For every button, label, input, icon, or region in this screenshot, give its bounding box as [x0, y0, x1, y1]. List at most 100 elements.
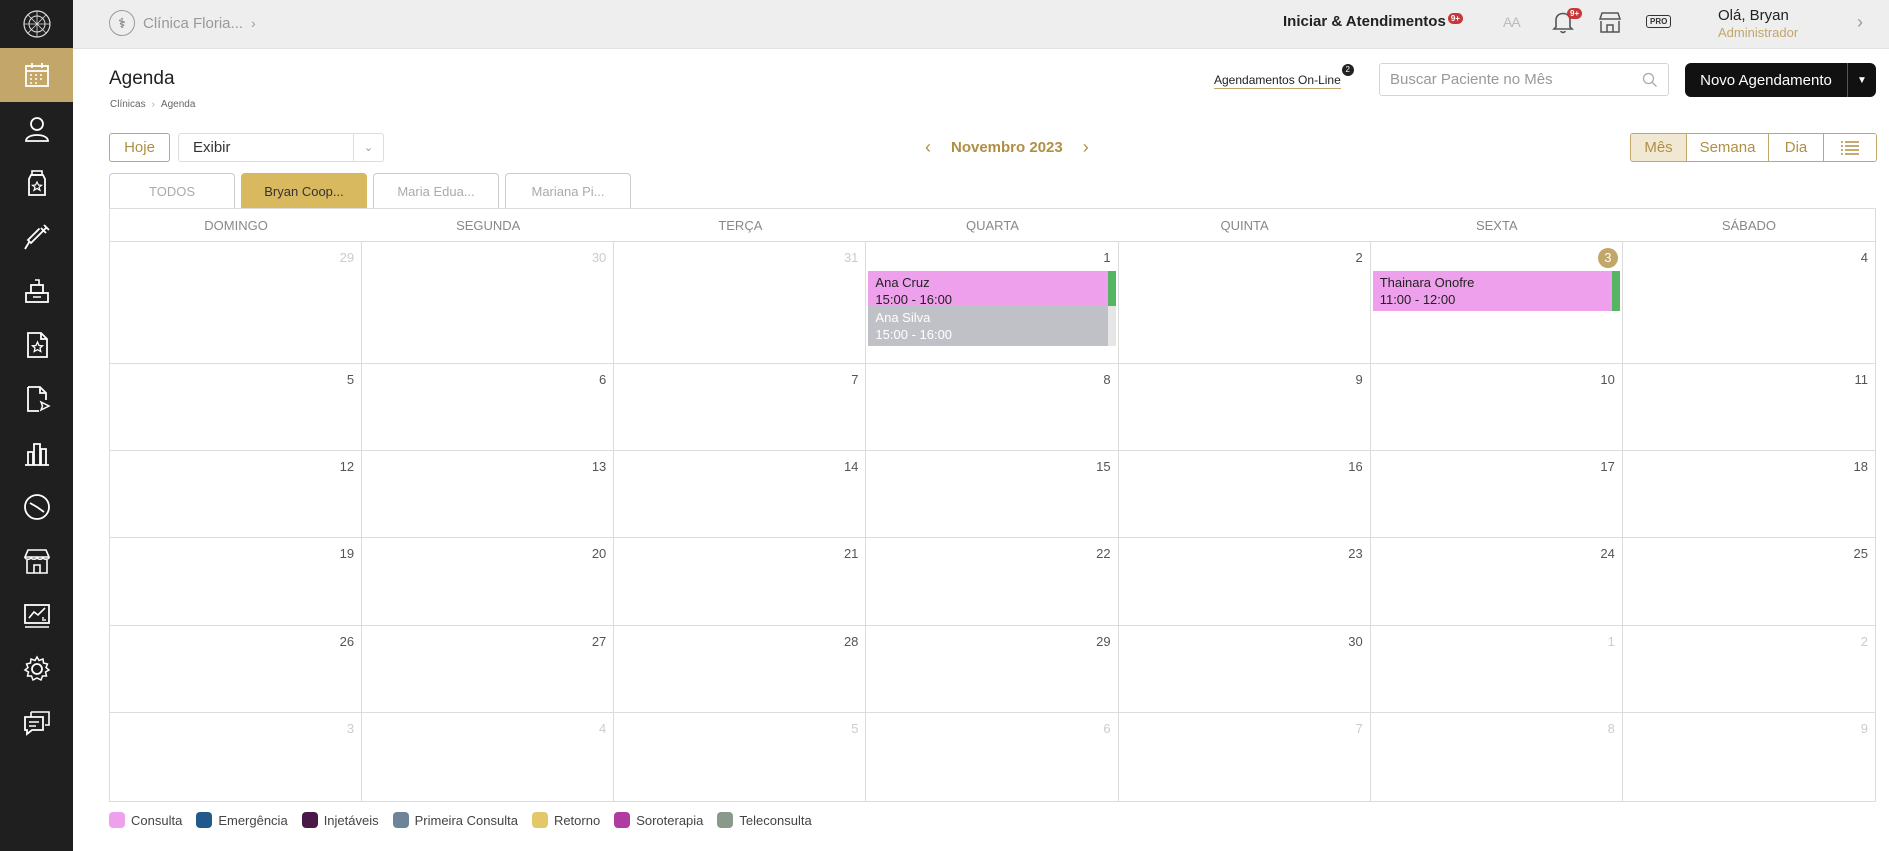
- view-week-button[interactable]: Semana: [1687, 134, 1769, 161]
- day-cell[interactable]: 4: [1622, 242, 1875, 364]
- day-cell[interactable]: 22: [866, 538, 1119, 626]
- sidebar-item-finance[interactable]: [0, 588, 73, 642]
- day-cell[interactable]: 3: [110, 713, 363, 802]
- sidebar-item-procedures[interactable]: [0, 210, 73, 264]
- appointment-event[interactable]: Ana Silva 15:00 - 16:00: [868, 306, 1116, 346]
- day-number: 29: [1096, 634, 1111, 649]
- day-cell[interactable]: 7: [1119, 713, 1371, 802]
- day-cell[interactable]: 8: [866, 364, 1119, 451]
- day-cell[interactable]: 8: [1371, 713, 1623, 802]
- status-strip: [1107, 306, 1116, 346]
- day-cell[interactable]: 30: [362, 242, 615, 364]
- day-cell[interactable]: 15: [866, 451, 1119, 538]
- search-input[interactable]: [1390, 71, 1642, 88]
- day-cell[interactable]: 24: [1370, 538, 1623, 626]
- pro-badge[interactable]: PRO: [1646, 15, 1672, 28]
- sidebar-item-dashboard[interactable]: [0, 480, 73, 534]
- day-cell[interactable]: 5: [110, 364, 363, 451]
- view-day-button[interactable]: Dia: [1769, 134, 1824, 161]
- day-cell[interactable]: 1: [1370, 626, 1623, 713]
- day-cell[interactable]: 29: [110, 242, 363, 364]
- day-cell[interactable]: 21: [614, 538, 867, 626]
- prev-month-button[interactable]: ‹: [925, 137, 931, 158]
- day-cell[interactable]: 12: [110, 451, 363, 538]
- day-cell[interactable]: 19: [110, 538, 363, 626]
- appointment-event[interactable]: Thainara Onofre 11:00 - 12:00: [1372, 271, 1620, 311]
- day-cell[interactable]: 27: [362, 626, 615, 713]
- day-cell[interactable]: 3 Thainara Onofre 11:00 - 12:00: [1370, 242, 1623, 364]
- professional-tab[interactable]: Maria Edua...: [373, 173, 499, 208]
- font-size-toggle[interactable]: AA: [1503, 14, 1521, 30]
- day-cell[interactable]: 13: [362, 451, 615, 538]
- day-cell[interactable]: 2: [1622, 626, 1875, 713]
- day-cell[interactable]: 26: [110, 626, 363, 713]
- sidebar-item-store[interactable]: [0, 534, 73, 588]
- day-cell[interactable]: 14: [614, 451, 867, 538]
- day-cell[interactable]: 18: [1622, 451, 1875, 538]
- day-number: 2: [1860, 634, 1868, 649]
- day-cell[interactable]: 7: [614, 364, 867, 451]
- store-button[interactable]: [1598, 11, 1622, 38]
- sidebar-item-patients[interactable]: [0, 102, 73, 156]
- sidebar-item-agenda[interactable]: [0, 48, 73, 102]
- day-cell[interactable]: 29: [866, 626, 1119, 713]
- professional-tab[interactable]: Mariana Pi...: [505, 173, 631, 208]
- caret-down-icon[interactable]: ▼: [1848, 63, 1876, 97]
- day-cell[interactable]: 20: [362, 538, 615, 626]
- user-greeting: Olá, Bryan: [1718, 7, 1789, 24]
- day-cell[interactable]: 9: [1118, 364, 1371, 451]
- appointment-patient: Thainara Onofre: [1379, 275, 1475, 290]
- search-icon[interactable]: [1642, 72, 1658, 88]
- day-cell[interactable]: 6: [866, 713, 1119, 802]
- appointment-event[interactable]: Ana Cruz 15:00 - 16:00: [868, 271, 1116, 311]
- day-number: 9: [1355, 372, 1363, 387]
- sidebar-item-inventory[interactable]: [0, 264, 73, 318]
- day-cell[interactable]: 11: [1622, 364, 1875, 451]
- sidebar-item-settings[interactable]: [0, 642, 73, 696]
- sidebar-item-messages[interactable]: [0, 696, 73, 750]
- day-cell[interactable]: 6: [362, 364, 615, 451]
- day-cell[interactable]: 28: [614, 626, 867, 713]
- logo[interactable]: [0, 0, 73, 48]
- start-attendance-link[interactable]: Iniciar & Atendimentos 9+: [1283, 13, 1463, 30]
- day-cell[interactable]: 31: [614, 242, 867, 364]
- online-appointments-link[interactable]: Agendamentos On-Line 2: [1214, 64, 1354, 89]
- sidebar-item-documents[interactable]: [0, 372, 73, 426]
- reports-icon: [24, 443, 49, 466]
- view-switcher: Mês Semana Dia: [1630, 133, 1877, 162]
- day-cell[interactable]: 16: [1118, 451, 1371, 538]
- day-number: 30: [591, 250, 607, 265]
- professional-tab[interactable]: TODOS: [109, 173, 235, 208]
- day-cell[interactable]: 23: [1118, 538, 1371, 626]
- day-cell[interactable]: 25: [1622, 538, 1875, 626]
- day-cell[interactable]: 9: [1623, 713, 1875, 802]
- clinic-selector[interactable]: ⚕ Clínica Floria... ›: [109, 10, 256, 36]
- next-month-button[interactable]: ›: [1083, 137, 1089, 158]
- new-appointment-button-group: Novo Agendamento ▼: [1685, 63, 1876, 97]
- day-cell[interactable]: 10: [1370, 364, 1623, 451]
- professional-tab[interactable]: Bryan Coop...: [241, 173, 367, 208]
- legend-item: Injetáveis: [301, 812, 379, 828]
- today-button[interactable]: Hoje: [109, 133, 170, 162]
- notifications-button[interactable]: 9+: [1552, 8, 1583, 39]
- breadcrumb-clinics[interactable]: Clínicas: [110, 99, 146, 110]
- sidebar-item-products[interactable]: [0, 156, 73, 210]
- user-menu[interactable]: Olá, Bryan Administrador: [1718, 7, 1798, 40]
- day-cell[interactable]: 2: [1118, 242, 1371, 364]
- breadcrumb: Clínicas › Agenda: [110, 99, 195, 110]
- appointment-patient: Ana Cruz: [875, 275, 930, 290]
- day-cell[interactable]: 4: [362, 713, 615, 802]
- patient-search[interactable]: [1379, 63, 1669, 96]
- sidebar-item-records[interactable]: [0, 318, 73, 372]
- day-cell[interactable]: 17: [1370, 451, 1623, 538]
- display-select[interactable]: Exibir ⌄: [178, 133, 384, 162]
- view-month-button[interactable]: Mês: [1631, 134, 1687, 161]
- day-cell[interactable]: 1 Ana Cruz 15:00 - 16:00 Ana Silva 15:00 - 1…: [866, 242, 1119, 364]
- start-attendance-label: Iniciar & Atendimentos: [1283, 13, 1446, 30]
- new-appointment-button[interactable]: Novo Agendamento: [1685, 63, 1848, 97]
- day-cell[interactable]: 30: [1118, 626, 1371, 713]
- sidebar-item-reports[interactable]: [0, 426, 73, 480]
- list-view-button[interactable]: [1824, 134, 1876, 161]
- day-cell[interactable]: 5: [614, 713, 867, 802]
- chevron-right-icon[interactable]: ›: [1857, 12, 1863, 33]
